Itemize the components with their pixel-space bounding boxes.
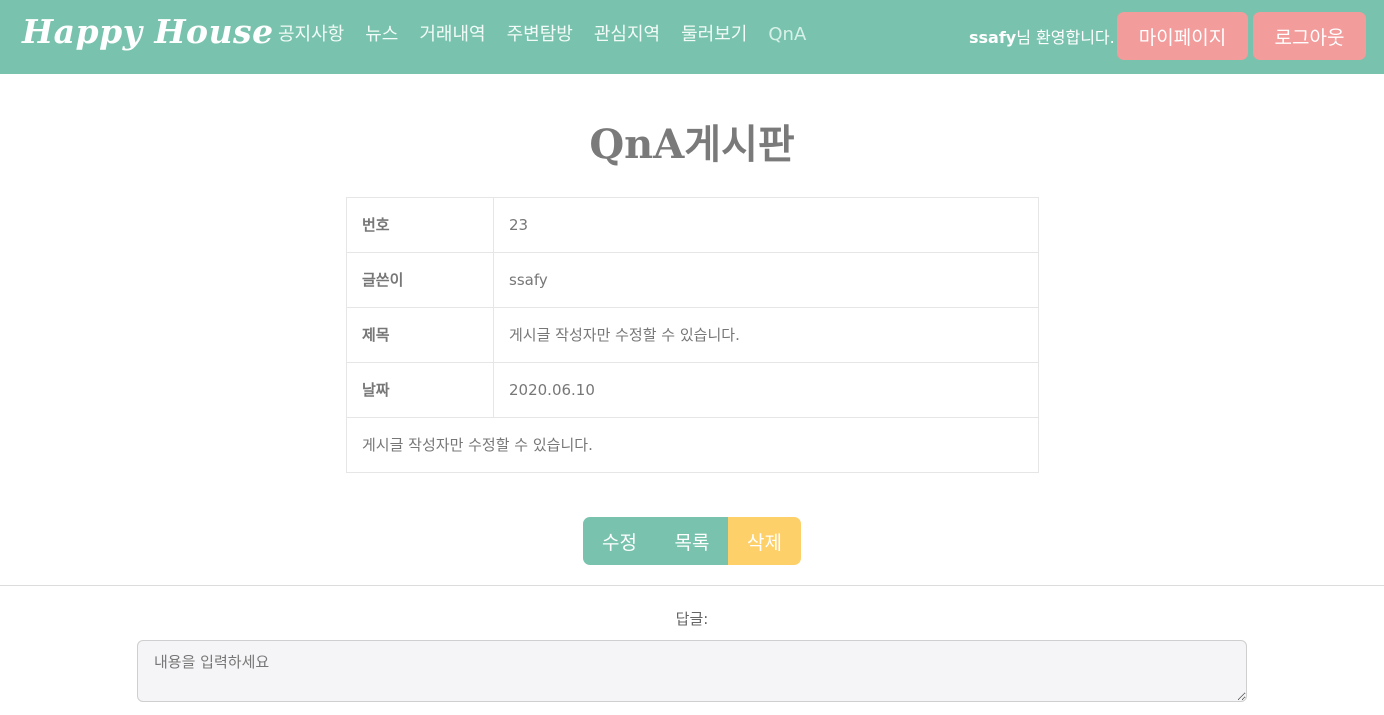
- nav-link-qna[interactable]: QnA: [768, 22, 806, 48]
- nav-menu: 공지사항 뉴스 거래내역 주변탐방 관심지역 둘러보기 QnA: [278, 22, 827, 48]
- table-row-title: 제목 게시글 작성자만 수정할 수 있습니다.: [347, 308, 1038, 363]
- welcome-message: ssafy님 환영합니다.: [969, 24, 1115, 48]
- row-value: 23: [509, 216, 529, 234]
- action-button-group: 수정 목록 삭제: [583, 517, 801, 565]
- row-value: 게시글 작성자만 수정할 수 있습니다.: [509, 326, 740, 344]
- post-content: 게시글 작성자만 수정할 수 있습니다.: [362, 436, 593, 454]
- nav-link-news[interactable]: 뉴스: [365, 22, 398, 48]
- nav-link-browse[interactable]: 둘러보기: [681, 22, 747, 48]
- divider: [0, 585, 1384, 586]
- edit-button[interactable]: 수정: [583, 517, 656, 565]
- nav-link-interest-area[interactable]: 관심지역: [594, 22, 660, 48]
- table-row-number: 번호 23: [347, 198, 1038, 253]
- nav-link-transactions[interactable]: 거래내역: [419, 22, 485, 48]
- logout-button[interactable]: 로그아웃: [1253, 12, 1366, 60]
- row-label: 제목: [347, 308, 494, 362]
- row-label: 날짜: [347, 363, 494, 417]
- row-label: 글쓴이: [347, 253, 494, 307]
- nav-link-notice[interactable]: 공지사항: [278, 22, 344, 48]
- nav-link-nearby[interactable]: 주변탐방: [507, 22, 573, 48]
- table-row-date: 날짜 2020.06.10: [347, 363, 1038, 418]
- row-value: ssafy: [509, 271, 548, 289]
- page-title: QnA게시판: [589, 121, 795, 168]
- row-value: 2020.06.10: [509, 381, 595, 399]
- reply-label: 답글:: [675, 610, 709, 628]
- welcome-username: ssafy: [969, 28, 1017, 47]
- table-row-author: 글쓴이 ssafy: [347, 253, 1038, 308]
- post-detail-table: 번호 23 글쓴이 ssafy 제목 게시글 작성자만 수정할 수 있습니다. …: [346, 197, 1039, 473]
- delete-button[interactable]: 삭제: [728, 517, 801, 565]
- row-label: 번호: [347, 198, 494, 252]
- mypage-button[interactable]: 마이페이지: [1117, 12, 1248, 60]
- welcome-suffix: 님 환영합니다.: [1016, 28, 1115, 47]
- brand-logo[interactable]: Happy House: [22, 12, 274, 51]
- reply-textarea[interactable]: [137, 640, 1247, 702]
- navbar: Happy House 공지사항 뉴스 거래내역 주변탐방 관심지역 둘러보기 …: [0, 0, 1384, 74]
- list-button[interactable]: 목록: [656, 517, 728, 565]
